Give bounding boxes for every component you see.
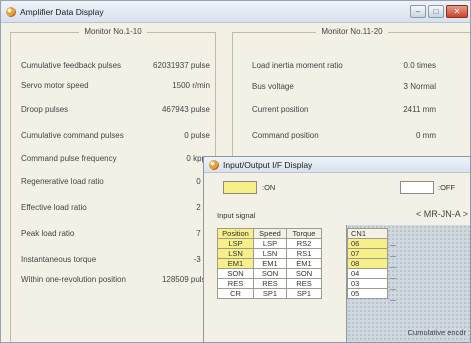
monitor-label: Load inertia moment ratio bbox=[252, 61, 343, 70]
monitor-value: 0 mm bbox=[416, 131, 436, 140]
monitor-value: 0.0 times bbox=[403, 61, 436, 70]
column-header-speed: Speed bbox=[253, 228, 287, 239]
monitor-label: Command position bbox=[252, 131, 319, 140]
signal-row: LSP LSP RS2 bbox=[217, 238, 322, 249]
monitor-value: 0 pulse bbox=[184, 131, 210, 140]
pin-wire bbox=[390, 267, 396, 268]
monitor-label: Within one-revolution position bbox=[21, 275, 126, 284]
column-header-position: Position bbox=[217, 228, 254, 239]
monitor-label: Droop pulses bbox=[21, 105, 69, 114]
app-icon bbox=[6, 6, 16, 17]
on-swatch bbox=[223, 181, 257, 194]
connector-header: CN1 bbox=[347, 228, 388, 239]
monitor-value: 467943 pulse bbox=[161, 105, 210, 114]
monitor-label: Servo motor speed bbox=[21, 81, 89, 90]
pin-cell: 05 bbox=[347, 288, 388, 299]
pin-wire bbox=[390, 256, 396, 257]
pin-wire bbox=[390, 278, 396, 279]
pin-cell: 03 bbox=[347, 278, 388, 289]
signal-row: RES RES RES bbox=[217, 278, 322, 289]
monitor-value: 2411 mm bbox=[403, 105, 436, 114]
monitor-label: Cumulative feedback pulses bbox=[21, 61, 122, 70]
monitor-label: Regenerative load ratio bbox=[21, 177, 104, 186]
monitor-value: 1500 r/min bbox=[172, 81, 210, 90]
pin-wire bbox=[390, 289, 396, 290]
pin-cell: 08 bbox=[347, 258, 388, 269]
input-signal-label: Input signal bbox=[217, 211, 256, 220]
main-titlebar[interactable]: Amplifier Data Display – □ ✕ bbox=[1, 1, 470, 23]
monitor-label: Instantaneous torque bbox=[21, 255, 97, 264]
monitor-label: Cumulative command pulses bbox=[21, 131, 124, 140]
monitor-label: Effective load ratio bbox=[21, 203, 87, 212]
model-name: < MR-JN-A > bbox=[415, 209, 468, 219]
off-swatch bbox=[400, 181, 434, 194]
cn1-pin-table: CN1 06 07 08 04 03 05 bbox=[347, 228, 388, 299]
io-window-title: Input/Output I/F Display bbox=[223, 159, 313, 170]
monitor-label: Current position bbox=[252, 105, 309, 114]
window-title: Amplifier Data Display bbox=[20, 6, 104, 17]
monitor-label: Bus voltage bbox=[252, 82, 294, 91]
monitor-label: Peak load ratio bbox=[21, 229, 75, 238]
on-legend-label: :ON bbox=[262, 183, 276, 192]
signal-row: CR SP1 SP1 bbox=[217, 288, 322, 299]
panel-title-left: Monitor No.1-10 bbox=[79, 27, 147, 36]
input-signal-table: Position Speed Torque LSP LSP RS2 LSN LSN RS… bbox=[217, 228, 322, 299]
app-icon bbox=[209, 159, 219, 170]
signal-row: EM1 EM1 EM1 bbox=[217, 258, 322, 269]
off-legend-label: :OFF bbox=[438, 183, 456, 192]
io-titlebar[interactable]: Input/Output I/F Display bbox=[204, 157, 470, 173]
column-header-torque: Torque bbox=[286, 228, 322, 239]
minimize-button[interactable]: – bbox=[410, 5, 426, 18]
signal-row: SON SON SON bbox=[217, 268, 322, 279]
pin-wire bbox=[390, 300, 396, 301]
monitor-value: 62031937 pulse bbox=[153, 61, 210, 70]
footer-label: Cumulative encdr bbox=[407, 328, 466, 337]
maximize-button[interactable]: □ bbox=[428, 5, 444, 18]
pin-cell: 04 bbox=[347, 268, 388, 279]
signal-row: LSN LSN RS1 bbox=[217, 248, 322, 259]
monitor-label: Command pulse frequency bbox=[21, 154, 117, 163]
monitor-panel-1-10: Monitor No.1-10 Cumulative feedback puls… bbox=[10, 27, 216, 342]
panel-title-right: Monitor No.11-20 bbox=[316, 27, 388, 36]
pin-wire bbox=[390, 245, 396, 246]
monitor-value: 3 Normal bbox=[403, 82, 436, 91]
pin-cell: 07 bbox=[347, 248, 388, 259]
pin-cell: 06 bbox=[347, 238, 388, 249]
close-button[interactable]: ✕ bbox=[446, 5, 468, 18]
io-display-window: Input/Output I/F Display :ON :OFF Input … bbox=[203, 156, 471, 343]
